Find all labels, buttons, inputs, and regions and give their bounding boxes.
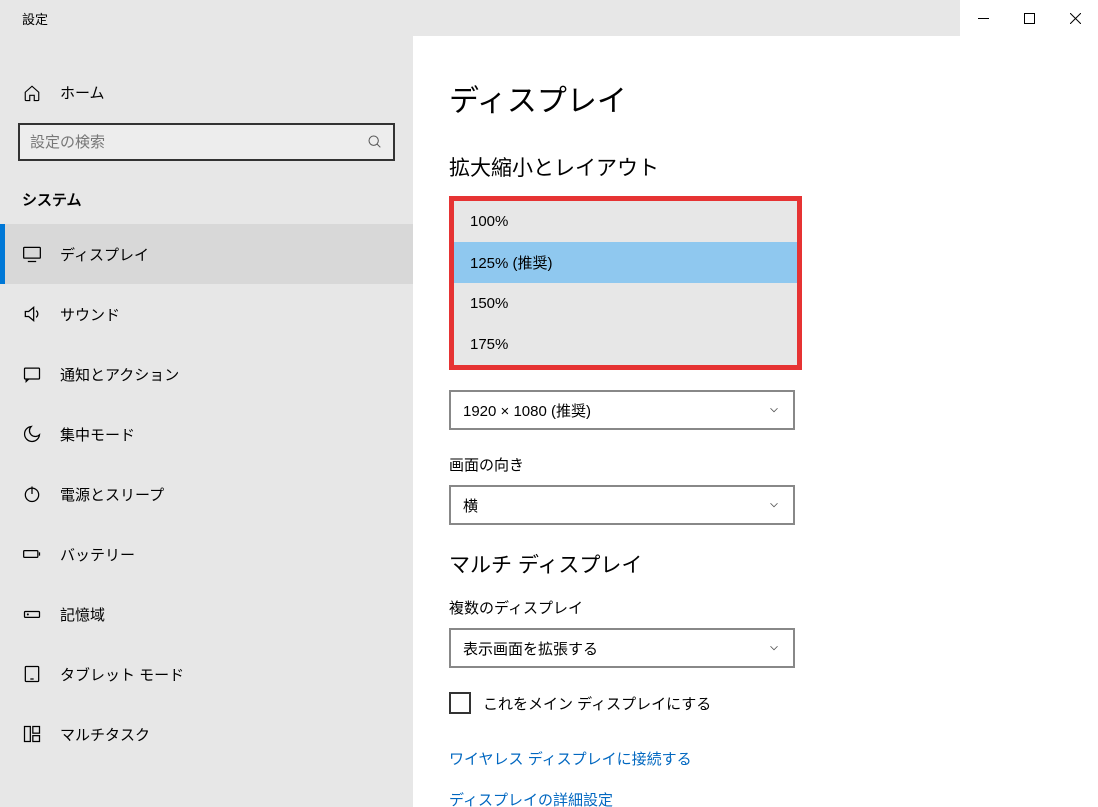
scale-option-175[interactable]: 175% xyxy=(454,324,797,365)
scale-dropdown-open[interactable]: 100% 125% (推奨) 150% 175% xyxy=(449,196,802,370)
sidebar-item-notifications[interactable]: 通知とアクション xyxy=(0,344,413,404)
sidebar-item-label: ディスプレイ xyxy=(60,244,149,265)
home-label: ホーム xyxy=(60,82,105,103)
speaker-icon xyxy=(22,304,42,324)
scale-option-150[interactable]: 150% xyxy=(454,283,797,324)
sidebar-item-tablet[interactable]: タブレット モード xyxy=(0,644,413,704)
multi-section-title: マルチ ディスプレイ xyxy=(449,549,1062,579)
notification-icon xyxy=(22,364,42,384)
checkbox-box[interactable] xyxy=(449,692,471,714)
sidebar-item-power[interactable]: 電源とスリープ xyxy=(0,464,413,524)
sidebar-item-label: バッテリー xyxy=(60,544,135,565)
moon-icon xyxy=(22,424,42,444)
advanced-display-link[interactable]: ディスプレイの詳細設定 xyxy=(449,792,613,807)
chevron-down-icon xyxy=(767,403,781,417)
sidebar-item-label: 記憶域 xyxy=(60,604,105,625)
storage-icon xyxy=(22,604,42,624)
tablet-icon xyxy=(22,664,42,684)
multi-display-label: 複数のディスプレイ xyxy=(449,597,1062,618)
sidebar-item-label: マルチタスク xyxy=(60,724,150,745)
search-input-wrap[interactable] xyxy=(18,123,395,161)
sidebar-item-multitask[interactable]: マルチタスク xyxy=(0,704,413,764)
scale-option-125[interactable]: 125% (推奨) xyxy=(454,242,797,283)
sidebar: ホーム システム ディスプレイ サウンド xyxy=(0,36,413,807)
orientation-select[interactable]: 横 xyxy=(449,485,795,525)
multi-display-select[interactable]: 表示画面を拡張する xyxy=(449,628,795,668)
chevron-down-icon xyxy=(767,498,781,512)
minimize-button[interactable] xyxy=(960,0,1006,36)
content-pane: ディスプレイ 拡大縮小とレイアウト 100% 125% (推奨) 150% 17… xyxy=(413,36,1098,807)
titlebar: 設定 xyxy=(0,0,1098,36)
search-input[interactable] xyxy=(30,134,367,151)
scale-option-100[interactable]: 100% xyxy=(454,201,797,242)
sidebar-item-label: サウンド xyxy=(60,304,120,325)
multitask-icon xyxy=(22,724,42,744)
checkbox-label: これをメイン ディスプレイにする xyxy=(483,693,711,714)
close-button[interactable] xyxy=(1052,0,1098,36)
window-title: 設定 xyxy=(0,9,48,28)
maximize-button[interactable] xyxy=(1006,0,1052,36)
home-icon xyxy=(22,84,42,102)
monitor-icon xyxy=(22,244,42,264)
sidebar-item-label: 集中モード xyxy=(60,424,135,445)
resolution-select[interactable]: 1920 × 1080 (推奨) xyxy=(449,390,795,430)
home-nav[interactable]: ホーム xyxy=(0,72,413,123)
sidebar-item-label: 電源とスリープ xyxy=(60,484,164,505)
page-title: ディスプレイ xyxy=(449,76,1062,120)
chevron-down-icon xyxy=(767,641,781,655)
sidebar-item-label: タブレット モード xyxy=(60,664,184,685)
multi-display-value: 表示画面を拡張する xyxy=(463,638,598,659)
sidebar-category: システム xyxy=(0,161,413,224)
orientation-label: 画面の向き xyxy=(449,454,1062,475)
orientation-value: 横 xyxy=(463,495,478,516)
wireless-display-link[interactable]: ワイヤレス ディスプレイに接続する xyxy=(449,748,1062,769)
power-icon xyxy=(22,484,42,504)
battery-icon xyxy=(22,544,42,564)
sidebar-item-sound[interactable]: サウンド xyxy=(0,284,413,344)
sidebar-item-storage[interactable]: 記憶域 xyxy=(0,584,413,644)
resolution-value: 1920 × 1080 (推奨) xyxy=(463,400,591,421)
sidebar-item-focus[interactable]: 集中モード xyxy=(0,404,413,464)
sidebar-item-battery[interactable]: バッテリー xyxy=(0,524,413,584)
sidebar-item-label: 通知とアクション xyxy=(60,364,179,385)
main-display-checkbox-row[interactable]: これをメイン ディスプレイにする xyxy=(449,692,1062,714)
search-icon xyxy=(367,134,383,150)
scale-section-title: 拡大縮小とレイアウト xyxy=(449,152,1062,182)
sidebar-item-display[interactable]: ディスプレイ xyxy=(0,224,413,284)
